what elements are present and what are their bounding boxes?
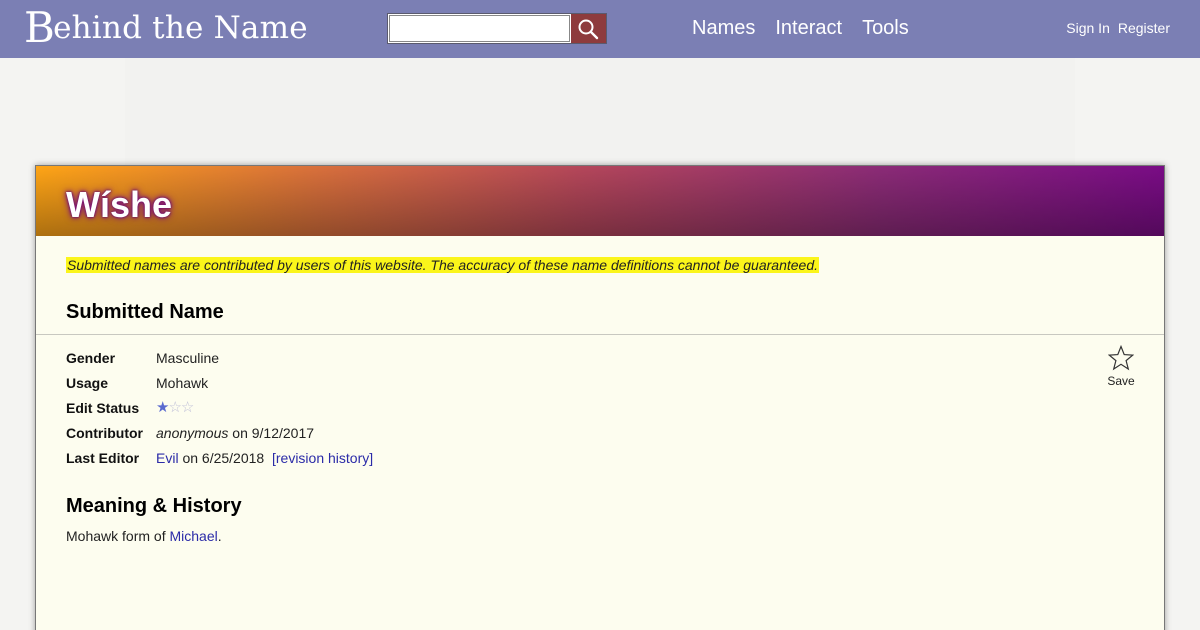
gender-label: Gender [66,350,116,366]
register-link[interactable]: Register [1118,20,1170,36]
contributor-label: Contributor [66,425,143,441]
contributor-date: on 9/12/2017 [232,425,315,441]
section-heading-submitted: Submitted Name [66,301,224,323]
edit-status-label: Edit Status [66,400,140,416]
name-card: Wíshe Submitted names are contributed by… [35,165,1165,630]
last-editor-label: Last Editor [66,450,140,466]
main-nav: Names Interact Tools [692,17,929,40]
edit-status-rating: ★☆☆ [156,396,194,420]
logo-initial: B [24,3,56,52]
nav-interact[interactable]: Interact [775,17,842,39]
site-logo[interactable]: Behind the Name [24,6,308,50]
save-label: Save [1107,374,1135,388]
last-editor-link[interactable]: Evil [156,450,179,466]
ad-placeholder [125,58,1075,165]
gender-link[interactable]: Masculine [156,346,219,370]
name-banner: Wíshe [36,166,1164,236]
usage-link[interactable]: Mohawk [156,371,208,395]
star-empty-icon: ☆ [168,399,181,416]
last-editor-value: Evil on 6/25/2018 [revision history] [156,446,373,470]
meaning-link-michael[interactable]: Michael [169,528,217,544]
user-nav: Sign In Register [1058,20,1170,36]
contributor-name: anonymous [156,425,229,441]
sign-in-link[interactable]: Sign In [1066,20,1110,36]
revision-history-link[interactable]: [revision history] [272,450,373,466]
section-divider [36,334,1164,335]
page-title: Wíshe [66,184,173,225]
nav-tools[interactable]: Tools [862,17,909,39]
usage-label: Usage [66,375,109,391]
disclaimer-notice: Submitted names are contributed by users… [66,257,819,273]
nav-names[interactable]: Names [692,17,755,39]
search-button[interactable] [571,14,606,43]
last-editor-date: on 6/25/2018 [182,450,265,466]
save-button[interactable]: Save [1106,344,1136,388]
site-header: Behind the Name Names Interact Tools Sign … [0,0,1200,58]
meaning-prefix: Mohawk form of [66,528,170,544]
search-input[interactable] [389,15,570,42]
contributor-value: anonymous on 9/12/2017 [156,421,314,445]
search-box [387,13,607,44]
star-filled-icon: ★ [156,399,169,416]
search-icon [578,19,599,40]
section-heading-meaning: Meaning & History [66,495,242,517]
meaning-suffix: . [217,528,222,544]
star-empty-icon: ☆ [180,399,194,416]
star-outline-icon [1107,344,1135,371]
logo-text: ehind the Name [53,10,308,46]
meaning-text: Mohawk form of Michael. [66,528,222,544]
